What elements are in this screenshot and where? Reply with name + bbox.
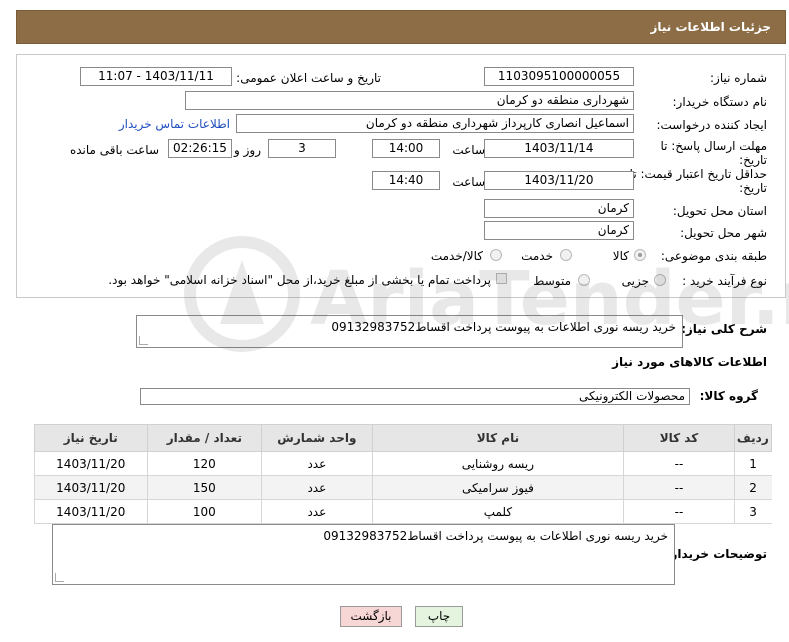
reply-deadline-label: مهلت ارسال پاسخ: تا	[660, 139, 767, 153]
buyer-notes-label: توضیحات خریدار:	[665, 547, 767, 561]
remaining-time-label: ساعت باقی مانده	[69, 143, 159, 157]
cell-name: ریسه روشنایی	[371, 451, 624, 476]
announce-datetime-label: تاریخ و ساعت اعلان عمومی:	[236, 71, 381, 85]
buyer-notes-text: خرید ریسه نوری اطلاعات به پیوست پرداخت ا…	[323, 529, 668, 543]
resize-handle-icon[interactable]	[55, 573, 64, 582]
price-validity-label: حداقل تاریخ اعتبار قیمت: تا	[629, 167, 767, 181]
back-button[interactable]: بازگشت	[340, 606, 402, 627]
resize-handle-icon[interactable]	[139, 336, 148, 345]
column-header-name: نام کالا	[371, 424, 625, 452]
treasury-payment-checkbox[interactable]	[496, 273, 507, 284]
buyer-notes-textarea[interactable]: خرید ریسه نوری اطلاعات به پیوست پرداخت ا…	[52, 524, 675, 585]
cell-name: فیوز سرامیکی	[371, 475, 624, 500]
category-service-radio[interactable]	[560, 249, 572, 261]
category-service-label: خدمت	[521, 249, 553, 263]
process-medium-radio[interactable]	[578, 274, 590, 286]
table-header-row: ردیف کد کالا نام کالا واحد شمارش تعداد /…	[34, 424, 773, 452]
column-header-code: کد کالا	[623, 424, 735, 452]
need-number-field: 1103095100000055	[484, 67, 634, 86]
table-row: 3 -- کلمپ عدد 100 1403/11/20	[34, 499, 772, 524]
price-time-label: ساعت	[452, 175, 485, 189]
description-label: شرح کلی نیاز:	[681, 322, 767, 336]
city-label: شهر محل تحویل:	[680, 226, 767, 240]
cell-unit: عدد	[261, 499, 373, 524]
category-label: طبقه بندی موضوعی:	[660, 249, 767, 263]
buyer-contact-link[interactable]: اطلاعات تماس خریدار	[119, 117, 230, 131]
cell-name: کلمپ	[371, 499, 624, 524]
cell-date: 1403/11/20	[34, 451, 148, 476]
price-date-field: 1403/11/20	[484, 171, 634, 190]
category-both-radio[interactable]	[490, 249, 502, 261]
cell-quantity: 100	[146, 499, 262, 524]
cell-code: --	[623, 499, 735, 524]
category-goods-radio[interactable]	[634, 249, 646, 261]
days-count-field: 3	[268, 139, 336, 158]
announce-datetime-field: 1403/11/11 - 11:07	[80, 67, 232, 86]
city-field: کرمان	[484, 221, 634, 240]
cell-quantity: 120	[146, 451, 262, 476]
cell-unit: عدد	[261, 475, 373, 500]
column-header-quantity: تعداد / مقدار	[146, 424, 263, 452]
requester-label: ایجاد کننده درخواست:	[656, 118, 767, 132]
remaining-time-field: 02:26:15	[168, 139, 232, 158]
reply-deadline-date-label: تاریخ:	[739, 153, 767, 167]
category-goods-label: کالا	[612, 249, 629, 263]
reply-date-field: 1403/11/14	[484, 139, 634, 158]
description-textarea[interactable]: خرید ریسه نوری اطلاعات به پیوست پرداخت ا…	[136, 315, 683, 348]
requester-field: اسماعیل انصاری کارپرداز شهرداری منطقه دو…	[236, 114, 634, 133]
goods-group-field: محصولات الکترونیکی	[140, 388, 690, 405]
cell-row-number: 2	[733, 475, 772, 500]
buyer-org-field: شهرداری منطقه دو کرمان	[185, 91, 634, 110]
column-header-date: تاریخ نیاز	[34, 424, 148, 452]
goods-table: ردیف کد کالا نام کالا واحد شمارش تعداد /…	[34, 424, 773, 524]
print-button[interactable]: چاپ	[415, 606, 463, 627]
column-header-unit: واحد شمارش	[261, 424, 373, 452]
process-minor-label: جزیی	[621, 274, 649, 288]
cell-row-number: 3	[733, 499, 772, 524]
days-and-label: روز و	[234, 143, 261, 157]
table-row: 1 -- ریسه روشنایی عدد 120 1403/11/20	[34, 451, 772, 476]
description-text: خرید ریسه نوری اطلاعات به پیوست پرداخت ا…	[331, 320, 676, 334]
category-both-label: کالا/خدمت	[430, 249, 483, 263]
cell-date: 1403/11/20	[34, 475, 148, 500]
column-header-row-number: ردیف	[733, 424, 773, 452]
process-minor-radio[interactable]	[654, 274, 666, 286]
cell-code: --	[623, 451, 735, 476]
cell-date: 1403/11/20	[34, 499, 148, 524]
page-title: جزئیات اطلاعات نیاز	[650, 20, 771, 34]
buyer-org-label: نام دستگاه خریدار:	[672, 95, 768, 109]
process-medium-label: متوسط	[533, 274, 571, 288]
province-field: کرمان	[484, 199, 634, 218]
province-label: استان محل تحویل:	[672, 204, 767, 218]
process-label: نوع فرآیند خرید :	[682, 274, 767, 288]
reply-time-label: ساعت	[452, 143, 485, 157]
price-time-field: 14:40	[372, 171, 440, 190]
treasury-payment-note: پرداخت تمام یا بخشی از مبلغ خرید،از محل …	[108, 273, 491, 287]
cell-code: --	[623, 475, 735, 500]
goods-section-title: اطلاعات کالاهای مورد نیاز	[612, 355, 767, 369]
table-row: 2 -- فیوز سرامیکی عدد 150 1403/11/20	[34, 475, 772, 500]
page-header: جزئیات اطلاعات نیاز	[16, 10, 786, 44]
price-validity-date-label: تاریخ:	[739, 181, 767, 195]
reply-time-field: 14:00	[372, 139, 440, 158]
goods-group-label: گروه کالا:	[699, 389, 758, 403]
cell-row-number: 1	[733, 451, 772, 476]
cell-unit: عدد	[261, 451, 373, 476]
need-number-label: شماره نیاز:	[710, 71, 767, 85]
cell-quantity: 150	[146, 475, 262, 500]
